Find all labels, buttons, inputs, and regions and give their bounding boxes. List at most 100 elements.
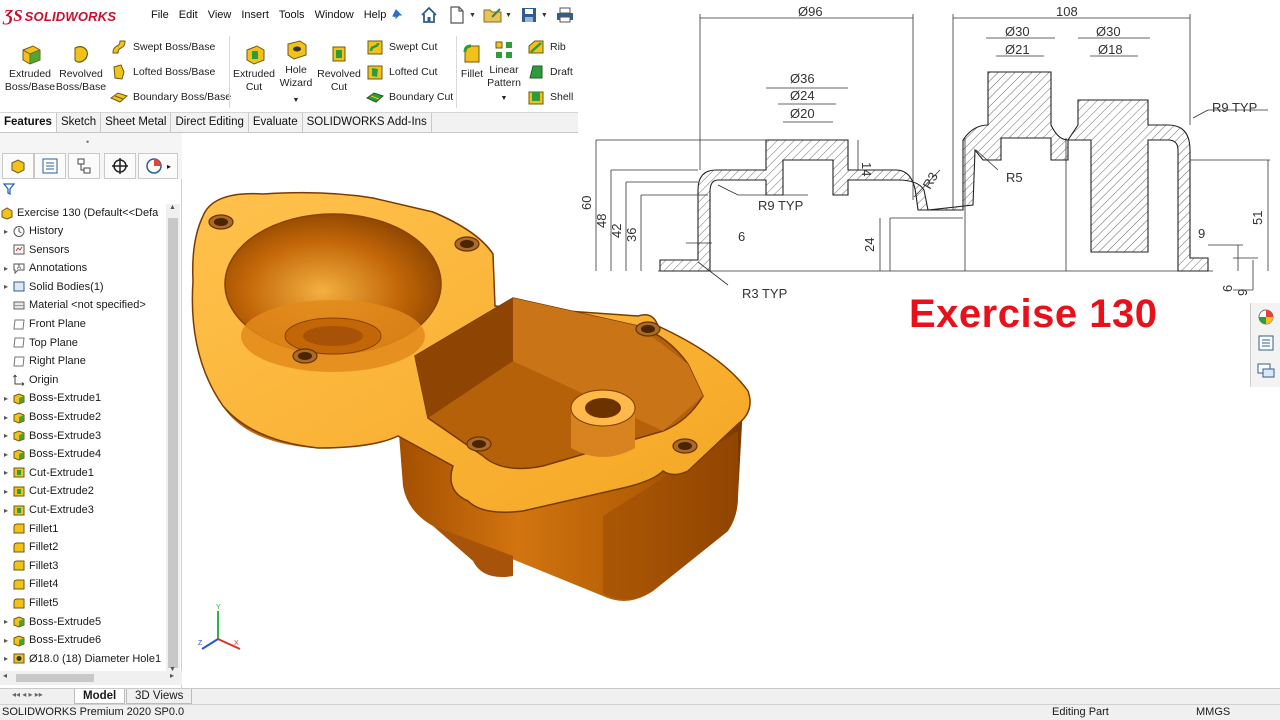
tree-root-part[interactable]: Exercise 130 (Default<<Defa bbox=[0, 204, 166, 222]
tree-item-history[interactable]: ▸ History bbox=[0, 222, 166, 240]
tree-item-boss-extrude3[interactable]: ▸ Boss-Extrude3 bbox=[0, 427, 166, 445]
tree-item-boss-extrude5[interactable]: ▸ Boss-Extrude5 bbox=[0, 613, 166, 631]
tree-item-fillet3[interactable]: Fillet3 bbox=[0, 557, 166, 575]
tab-solidworks-add-ins[interactable]: SOLIDWORKS Add-Ins bbox=[303, 113, 432, 132]
solidworks-logo[interactable]: ƷS SOLIDWORKS bbox=[4, 6, 116, 26]
swept-boss-button[interactable]: Swept Boss/Base bbox=[110, 38, 215, 56]
expand-arrow-icon[interactable]: ▸ bbox=[0, 394, 12, 403]
tab-evaluate[interactable]: Evaluate bbox=[249, 113, 303, 132]
tab-model[interactable]: Model bbox=[74, 689, 126, 704]
tree-item-fillet2[interactable]: Fillet2 bbox=[0, 538, 166, 556]
menu-file[interactable]: File bbox=[146, 9, 174, 21]
extruded-boss-button[interactable]: Extruded Boss/Base bbox=[4, 42, 56, 94]
feature-tree-scrollbar[interactable]: ▲ ▼ bbox=[166, 204, 180, 678]
display-manager-tab[interactable]: ▸ bbox=[138, 153, 178, 179]
scroll-up-icon[interactable]: ▲ bbox=[169, 204, 176, 211]
hscrollbar-thumb[interactable] bbox=[16, 674, 94, 682]
tree-item-cut-extrude2[interactable]: ▸ Cut-Extrude2 bbox=[0, 482, 166, 500]
tree-item-front-plane[interactable]: Front Plane bbox=[0, 315, 166, 333]
feature-manager-tab[interactable] bbox=[2, 153, 34, 179]
revolved-boss-button[interactable]: Revolved Boss/Base bbox=[56, 42, 106, 94]
expand-arrow-icon[interactable]: ▸ bbox=[0, 264, 12, 273]
design-library-icon[interactable] bbox=[1256, 333, 1276, 353]
panel-collapse-handle[interactable]: • bbox=[86, 137, 89, 147]
pin-icon[interactable] bbox=[391, 8, 403, 23]
tab-sketch[interactable]: Sketch bbox=[57, 113, 102, 132]
draft-button[interactable]: Draft bbox=[527, 63, 573, 81]
linear-pattern-button[interactable]: Linear Pattern ▼ bbox=[486, 38, 522, 105]
tree-item-fillet1[interactable]: Fillet1 bbox=[0, 520, 166, 538]
tree-item-18-0-18-diameter-hole1[interactable]: ▸ Ø18.0 (18) Diameter Hole1 bbox=[0, 650, 166, 668]
tab-sheet-metal[interactable]: Sheet Metal bbox=[101, 113, 172, 132]
tree-item-origin[interactable]: Origin bbox=[0, 371, 166, 389]
tree-item-cut-extrude3[interactable]: ▸ Cut-Extrude3 bbox=[0, 501, 166, 519]
home-icon[interactable] bbox=[418, 4, 440, 26]
chevron-right-icon[interactable]: ▸ bbox=[167, 162, 171, 171]
shell-button[interactable]: Shell bbox=[527, 88, 573, 106]
scrollbar-thumb[interactable] bbox=[168, 218, 178, 668]
chevron-down-icon[interactable]: ▼ bbox=[501, 92, 508, 105]
rib-button[interactable]: Rib bbox=[527, 38, 566, 56]
fillet-button[interactable]: Fillet bbox=[458, 42, 486, 81]
menu-help[interactable]: Help bbox=[359, 9, 392, 21]
feature-tree-hscrollbar[interactable]: ◂ ▸ bbox=[0, 671, 182, 685]
scroll-left-icon[interactable]: ◂ bbox=[3, 671, 7, 680]
tab-direct-editing[interactable]: Direct Editing bbox=[171, 113, 249, 132]
forum-icon[interactable] bbox=[1256, 361, 1276, 381]
property-manager-tab[interactable] bbox=[34, 153, 66, 179]
scroll-right-icon[interactable]: ▸ bbox=[170, 671, 174, 680]
tab-features[interactable]: Features bbox=[0, 113, 57, 132]
save-icon[interactable] bbox=[518, 4, 540, 26]
tree-item-right-plane[interactable]: Right Plane bbox=[0, 352, 166, 370]
tree-item-boss-extrude6[interactable]: ▸ Boss-Extrude6 bbox=[0, 631, 166, 649]
menu-edit[interactable]: Edit bbox=[174, 9, 203, 21]
lofted-boss-button[interactable]: Lofted Boss/Base bbox=[110, 63, 215, 81]
boundary-boss-button[interactable]: Boundary Boss/Base bbox=[110, 88, 231, 106]
hole-wizard-button[interactable]: Hole Wizard ▼ bbox=[276, 38, 316, 107]
tree-item-fillet5[interactable]: Fillet5 bbox=[0, 594, 166, 612]
solidworks-resources-icon[interactable] bbox=[1256, 307, 1276, 327]
swept-cut-button[interactable]: Swept Cut bbox=[366, 38, 437, 56]
chevron-down-icon[interactable]: ▼ bbox=[469, 12, 476, 19]
expand-arrow-icon[interactable]: ▸ bbox=[0, 617, 12, 626]
expand-arrow-icon[interactable]: ▸ bbox=[0, 450, 12, 459]
tree-item-solid-bodies-1[interactable]: ▸ Solid Bodies(1) bbox=[0, 278, 166, 296]
expand-arrow-icon[interactable]: ▸ bbox=[0, 487, 12, 496]
menu-window[interactable]: Window bbox=[310, 9, 359, 21]
revolved-cut-button[interactable]: Revolved Cut bbox=[316, 42, 362, 94]
tree-item-boss-extrude2[interactable]: ▸ Boss-Extrude2 bbox=[0, 408, 166, 426]
tree-item-top-plane[interactable]: Top Plane bbox=[0, 334, 166, 352]
menu-insert[interactable]: Insert bbox=[236, 9, 274, 21]
expand-arrow-icon[interactable]: ▸ bbox=[0, 431, 12, 440]
filter-icon[interactable] bbox=[2, 183, 16, 198]
tree-item-cut-extrude1[interactable]: ▸ Cut-Extrude1 bbox=[0, 464, 166, 482]
tree-item-material-not-specified[interactable]: Material <not specified> bbox=[0, 296, 166, 314]
expand-arrow-icon[interactable]: ▸ bbox=[0, 227, 12, 236]
expand-arrow-icon[interactable]: ▸ bbox=[0, 636, 12, 645]
extruded-cut-button[interactable]: Extruded Cut bbox=[232, 42, 276, 94]
tab-3d-views[interactable]: 3D Views bbox=[126, 689, 193, 704]
menu-view[interactable]: View bbox=[203, 9, 237, 21]
dimxpert-tab[interactable] bbox=[104, 153, 136, 179]
chevron-down-icon[interactable]: ▼ bbox=[541, 12, 548, 19]
tree-item-sensors[interactable]: Sensors bbox=[0, 241, 166, 259]
status-units[interactable]: MMGS bbox=[1196, 706, 1230, 718]
expand-arrow-icon[interactable]: ▸ bbox=[0, 506, 12, 515]
menu-tools[interactable]: Tools bbox=[274, 9, 310, 21]
lofted-cut-button[interactable]: Lofted Cut bbox=[366, 63, 437, 81]
boundary-cut-button[interactable]: Boundary Cut bbox=[366, 88, 453, 106]
tree-item-annotations[interactable]: ▸ A Annotations bbox=[0, 259, 166, 277]
tab-navigation-arrows[interactable]: ◂◂ ◂ ▸ ▸▸ bbox=[4, 689, 70, 704]
expand-arrow-icon[interactable]: ▸ bbox=[0, 654, 12, 663]
new-document-icon[interactable] bbox=[446, 4, 468, 26]
chevron-down-icon[interactable]: ▼ bbox=[293, 94, 300, 107]
print-icon[interactable] bbox=[554, 4, 576, 26]
expand-arrow-icon[interactable]: ▸ bbox=[0, 282, 12, 291]
expand-arrow-icon[interactable]: ▸ bbox=[0, 413, 12, 422]
chevron-down-icon[interactable]: ▼ bbox=[505, 12, 512, 19]
tree-item-fillet4[interactable]: Fillet4 bbox=[0, 575, 166, 593]
tree-item-boss-extrude1[interactable]: ▸ Boss-Extrude1 bbox=[0, 389, 166, 407]
configuration-manager-tab[interactable] bbox=[68, 153, 100, 179]
open-folder-icon[interactable] bbox=[482, 4, 504, 26]
tree-item-boss-extrude4[interactable]: ▸ Boss-Extrude4 bbox=[0, 445, 166, 463]
